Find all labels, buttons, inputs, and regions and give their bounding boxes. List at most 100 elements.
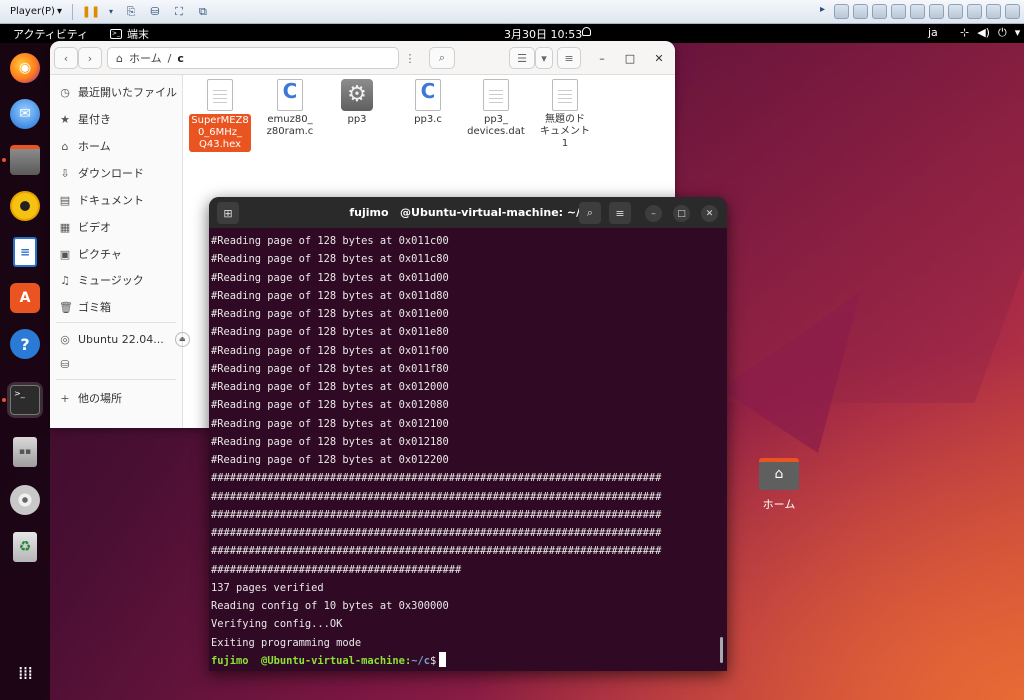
- view-options-button[interactable]: ▾: [535, 47, 553, 69]
- file-item[interactable]: pp3_ devices.dat: [463, 79, 529, 138]
- bluetooth-icon[interactable]: [967, 4, 982, 19]
- terminal-output[interactable]: #Reading page of 128 bytes at 0x011c00 #R…: [211, 232, 717, 670]
- display-icon[interactable]: [986, 4, 1001, 19]
- pause-icon[interactable]: ❚❚: [82, 5, 100, 19]
- minimize-button[interactable]: –: [645, 205, 662, 222]
- fullscreen-icon[interactable]: ⛶: [171, 5, 187, 19]
- input-method-indicator[interactable]: ja: [928, 26, 938, 39]
- dock-firefox[interactable]: ◉: [7, 50, 43, 86]
- vmware-toolbar: Player(P) ▾ ❚❚ ▾ ⎘ ⛁ ⛶ ⧉ ▸: [0, 0, 1024, 24]
- path-current[interactable]: c: [177, 52, 184, 65]
- plus-icon: +: [60, 391, 70, 405]
- document-icon: ▤: [59, 193, 71, 207]
- clock[interactable]: 3月30日 10:53: [504, 26, 582, 42]
- dock-rhythmbox[interactable]: [7, 188, 43, 224]
- messages-icon[interactable]: [1005, 4, 1020, 19]
- trash-icon: ♻: [13, 532, 37, 562]
- dock-software[interactable]: A: [7, 280, 43, 316]
- send-ctrl-alt-del-icon[interactable]: ⎘: [123, 5, 139, 19]
- path-home[interactable]: ホーム: [129, 50, 162, 66]
- sound-icon[interactable]: [929, 4, 944, 19]
- dock-disk[interactable]: ▪▪: [7, 434, 43, 470]
- file-name-line: pp3.c: [414, 114, 442, 125]
- close-button[interactable]: ✕: [701, 205, 718, 222]
- camera-icon[interactable]: [948, 4, 963, 19]
- sidebar-item-drive[interactable]: ⛁: [59, 355, 71, 373]
- chevron-down-icon[interactable]: ▾: [107, 5, 115, 19]
- terminal-line: 137 pages verified: [211, 581, 324, 594]
- dock-thunderbird[interactable]: ✉: [7, 96, 43, 132]
- sidebar-item-pictures[interactable]: ▣ ピクチャ: [59, 245, 122, 263]
- eject-button[interactable]: ⏏: [174, 331, 190, 347]
- sidebar-item-documents[interactable]: ▤ ドキュメント: [59, 191, 144, 209]
- chevron-down-icon: ▾: [541, 51, 547, 65]
- terminal-line: ########################################: [211, 563, 462, 576]
- player-menu[interactable]: Player(P) ▾: [6, 4, 66, 19]
- sidebar-item-label: Ubuntu 22.04...: [78, 332, 164, 346]
- c-source-file-icon: C: [277, 79, 303, 111]
- c-source-file-icon: C: [415, 79, 441, 111]
- arrow-icon[interactable]: ▸: [820, 4, 830, 19]
- sidebar-item-downloads[interactable]: ⇩ ダウンロード: [59, 164, 144, 182]
- maximize-button[interactable]: □: [673, 205, 690, 222]
- file-item[interactable]: C pp3.c: [395, 79, 461, 126]
- dock-trash[interactable]: ♻: [7, 529, 43, 565]
- terminal-prompt[interactable]: fujimo @Ubuntu-virtual-machine:~/c$: [211, 651, 717, 670]
- sidebar-item-videos[interactable]: ▦ ビデオ: [59, 218, 111, 236]
- app-menu[interactable]: >_ 端末: [110, 26, 149, 42]
- dock-writer[interactable]: ≡: [7, 234, 43, 270]
- firefox-icon: ◉: [10, 53, 40, 83]
- file-item[interactable]: 無題のド キュメント 1: [532, 79, 598, 150]
- activities-button[interactable]: アクティビティ: [13, 26, 88, 42]
- path-separator: /: [167, 51, 172, 65]
- music-icon: ♫: [60, 273, 70, 287]
- sidebar-item-trash[interactable]: 🗑 ゴミ箱: [59, 298, 111, 316]
- sidebar-item-recent[interactable]: ◷ 最近開いたファイル: [59, 83, 177, 101]
- dock-help[interactable]: ?: [7, 326, 43, 362]
- minimize-button[interactable]: –: [594, 50, 610, 66]
- terminal-scrollbar[interactable]: [720, 637, 723, 663]
- show-apps-button[interactable]: ⁞⁞⁞: [7, 655, 43, 691]
- desktop-home-label: ホーム: [762, 498, 796, 511]
- unity-icon[interactable]: ⧉: [195, 5, 211, 19]
- file-item[interactable]: SuperMEZ8 0_6MHz_ Q43.hex: [187, 79, 253, 152]
- printer-icon[interactable]: [910, 4, 925, 19]
- sidebar-item-label: ピクチャ: [78, 248, 122, 261]
- removable-devices-icon[interactable]: ⛁: [147, 5, 163, 19]
- close-button[interactable]: ✕: [651, 50, 667, 66]
- file-item[interactable]: ⚙ pp3: [324, 79, 390, 126]
- dock-terminal[interactable]: >_: [2, 382, 43, 418]
- maximize-button[interactable]: □: [622, 50, 638, 66]
- main-menu-button[interactable]: ≡: [557, 47, 581, 69]
- terminal-line: ########################################…: [211, 490, 662, 503]
- terminal-search-button[interactable]: ⌕: [579, 202, 601, 224]
- dock-optical-drive[interactable]: [7, 482, 43, 518]
- desktop-home-folder[interactable]: ⌂ ホーム: [748, 458, 810, 512]
- sidebar-item-music[interactable]: ♫ ミュージック: [59, 271, 144, 289]
- path-menu-button[interactable]: ⋮: [399, 47, 421, 69]
- network-icon[interactable]: [872, 4, 887, 19]
- sidebar-item-volume[interactable]: ◎ Ubuntu 22.04... ⏏: [59, 330, 190, 348]
- sidebar-item-other-locations[interactable]: + 他の場所: [59, 389, 122, 407]
- dock-files[interactable]: [2, 142, 43, 178]
- sidebar-item-home[interactable]: ⌂ ホーム: [59, 137, 111, 155]
- hard-disk-icon[interactable]: [834, 4, 849, 19]
- forward-button[interactable]: ›: [78, 47, 102, 69]
- system-tray[interactable]: ⊹ ◀) ⏻ ▾: [960, 26, 1020, 40]
- file-name-line: SuperMEZ8: [191, 115, 249, 126]
- notification-icon[interactable]: [582, 27, 591, 36]
- terminal-icon: >_: [110, 29, 122, 39]
- sidebar-item-label: ドキュメント: [78, 194, 144, 207]
- search-button[interactable]: ⌕: [429, 47, 455, 69]
- file-item[interactable]: C emuz80_ z80ram.c: [257, 79, 323, 138]
- chevron-down-icon: ▾: [56, 6, 62, 17]
- terminal-menu-button[interactable]: ≡: [609, 202, 631, 224]
- path-bar[interactable]: ⌂ ホーム / c: [107, 47, 399, 69]
- back-button[interactable]: ‹: [54, 47, 78, 69]
- usb-icon[interactable]: [891, 4, 906, 19]
- sidebar-item-starred[interactable]: ★ 星付き: [59, 110, 111, 128]
- cd-icon[interactable]: [853, 4, 868, 19]
- view-list-button[interactable]: ☰: [509, 47, 535, 69]
- search-icon: ⌕: [438, 51, 446, 64]
- list-view-icon: ☰: [517, 51, 527, 65]
